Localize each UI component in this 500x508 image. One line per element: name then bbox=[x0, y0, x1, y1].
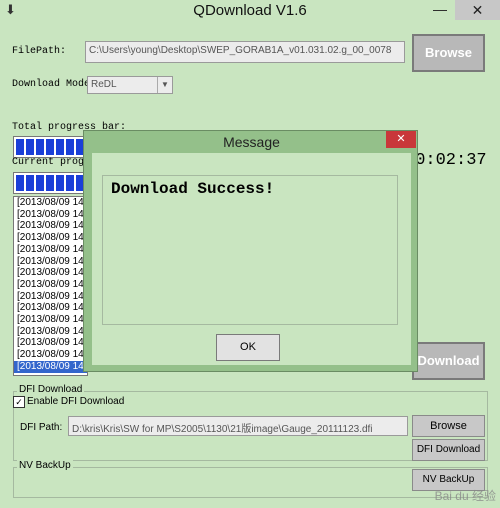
nv-group-title: NV BackUp bbox=[17, 460, 73, 471]
message-dialog: Message ✕ Download Success! OK bbox=[83, 130, 418, 372]
ok-button[interactable]: OK bbox=[216, 334, 280, 361]
title-bar: ⬇ QDownload V1.6 — ✕ bbox=[0, 0, 500, 22]
dfi-path-field[interactable]: D:\kris\Kris\SW for MP\S2005\1130\21版ima… bbox=[68, 416, 408, 436]
download-mode-label: Download Mode: bbox=[12, 79, 97, 90]
progress-segment bbox=[26, 139, 34, 155]
progress-segment bbox=[36, 175, 44, 191]
progress-segment bbox=[56, 139, 64, 155]
enable-dfi-label: Enable DFI Download bbox=[27, 396, 125, 407]
progress-segment bbox=[16, 175, 24, 191]
dfi-group-title: DFI Download bbox=[17, 384, 85, 395]
log-line[interactable]: [2013/08/09 14: bbox=[14, 302, 87, 314]
progress-segment bbox=[66, 139, 74, 155]
log-line[interactable]: [2013/08/09 14: bbox=[14, 244, 87, 256]
browse-firmware-button[interactable]: Browse bbox=[412, 34, 485, 72]
minimize-button[interactable]: — bbox=[428, 0, 452, 20]
progress-segment bbox=[56, 175, 64, 191]
progress-segment bbox=[46, 139, 54, 155]
log-line[interactable]: [2013/08/09 14: bbox=[14, 256, 87, 268]
download-mode-value: ReDL bbox=[91, 79, 117, 90]
log-line[interactable]: [2013/08/09 14: bbox=[14, 267, 87, 279]
download-mode-select[interactable]: ReDL ▼ bbox=[87, 76, 173, 94]
log-line[interactable]: [2013/08/09 14: bbox=[14, 279, 87, 291]
message-box: Download Success! bbox=[102, 175, 398, 325]
dialog-message: Download Success! bbox=[111, 180, 275, 198]
log-line[interactable]: [2013/08/09 14: bbox=[14, 291, 87, 303]
dialog-title: Message bbox=[223, 134, 280, 150]
log-line[interactable]: [2013/08/09 14: bbox=[14, 232, 87, 244]
log-line[interactable]: [2013/08/09 14: bbox=[14, 337, 87, 349]
log-line[interactable]: [2013/08/09 14: bbox=[14, 314, 87, 326]
filepath-label: FilePath: bbox=[12, 46, 67, 57]
log-line[interactable]: [2013/08/09 14: bbox=[14, 220, 87, 232]
close-window-button[interactable]: ✕ bbox=[455, 0, 500, 20]
window-title: QDownload V1.6 bbox=[193, 2, 307, 19]
enable-dfi-checkbox[interactable]: ✓ bbox=[13, 396, 25, 408]
download-button[interactable]: Download bbox=[412, 342, 485, 380]
progress-segment bbox=[16, 139, 24, 155]
filepath-field[interactable]: C:\Users\young\Desktop\SWEP_GORAB1A_v01.… bbox=[85, 41, 405, 63]
log-line[interactable]: [2013/08/09 14: bbox=[14, 326, 87, 338]
dialog-body: Download Success! OK bbox=[92, 153, 411, 365]
dialog-close-button[interactable]: ✕ bbox=[386, 131, 416, 148]
log-line[interactable]: [2013/08/09 14: bbox=[14, 349, 87, 361]
progress-segment bbox=[66, 175, 74, 191]
dfi-browse-button[interactable]: Browse bbox=[412, 415, 485, 437]
watermark-text: Bai du 经验 bbox=[434, 489, 496, 503]
log-list[interactable]: [2013/08/09 14: [2013/08/09 14: [2013/08/0… bbox=[13, 196, 88, 376]
chevron-down-icon: ▼ bbox=[157, 77, 172, 93]
log-line[interactable]: [2013/08/09 14: bbox=[14, 209, 87, 221]
log-line[interactable]: [2013/08/09 14: bbox=[14, 360, 87, 373]
log-line[interactable]: [2013/08/09 14: bbox=[14, 197, 87, 209]
dfi-download-button[interactable]: DFI Download bbox=[412, 439, 485, 461]
progress-segment bbox=[36, 139, 44, 155]
dfi-path-label: DFI Path: bbox=[20, 422, 63, 433]
progress-segment bbox=[46, 175, 54, 191]
progress-segment bbox=[26, 175, 34, 191]
